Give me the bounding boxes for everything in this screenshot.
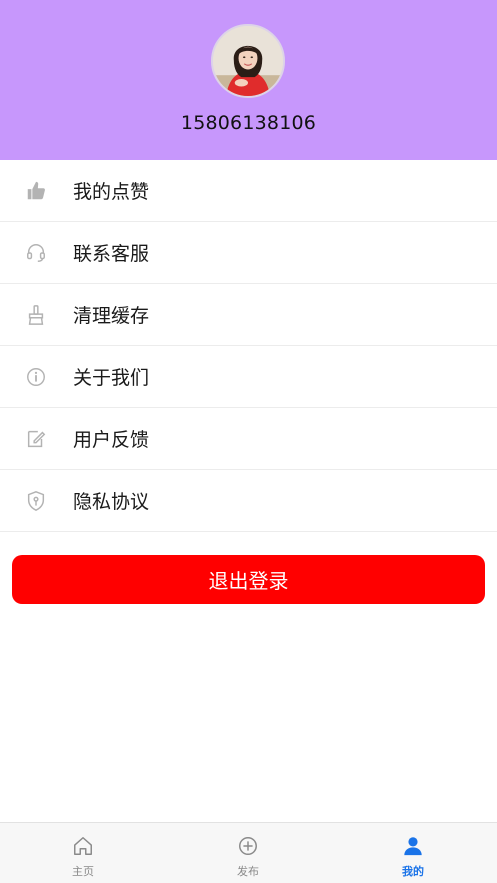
profile-header: 15806138106 <box>0 0 497 160</box>
menu-item-label: 隐私协议 <box>73 491 150 513</box>
menu-item-about-us[interactable]: 关于我们 <box>0 346 497 408</box>
edit-feedback-icon <box>24 427 48 451</box>
menu-item-label: 用户反馈 <box>73 429 150 451</box>
menu-item-likes[interactable]: 我的点赞 <box>0 160 497 222</box>
menu-item-clear-cache[interactable]: 清理缓存 <box>0 284 497 346</box>
info-icon <box>24 365 48 389</box>
bottom-tab-bar: 主页 发布 我的 <box>0 822 497 883</box>
logout-button[interactable]: 退出登录 <box>12 555 485 604</box>
broom-icon <box>24 303 48 327</box>
menu-item-label: 关于我们 <box>73 367 150 389</box>
menu-item-customer-service[interactable]: 联系客服 <box>0 222 497 284</box>
menu-item-label: 我的点赞 <box>73 181 150 203</box>
tab-publish[interactable]: 发布 <box>188 823 308 883</box>
tab-label: 我的 <box>402 865 424 878</box>
menu-item-label: 联系客服 <box>73 243 150 265</box>
settings-menu: 我的点赞 联系客服 清理缓存 关于我们 用户反馈 隐私协议 <box>0 160 497 532</box>
tab-label: 主页 <box>72 865 94 878</box>
thumbs-up-icon <box>24 179 48 203</box>
avatar[interactable] <box>211 24 285 98</box>
tab-label: 发布 <box>237 865 259 878</box>
user-avatar-photo-icon <box>213 26 283 96</box>
menu-item-privacy[interactable]: 隐私协议 <box>0 470 497 532</box>
plus-circle-icon <box>237 835 259 857</box>
headset-icon <box>24 241 48 265</box>
home-icon <box>72 835 94 857</box>
tab-mine[interactable]: 我的 <box>353 823 473 883</box>
shield-icon <box>24 489 48 513</box>
menu-item-label: 清理缓存 <box>73 305 150 327</box>
user-phone: 15806138106 <box>180 112 317 134</box>
tab-home[interactable]: 主页 <box>23 823 143 883</box>
person-icon <box>402 835 424 857</box>
menu-item-feedback[interactable]: 用户反馈 <box>0 408 497 470</box>
